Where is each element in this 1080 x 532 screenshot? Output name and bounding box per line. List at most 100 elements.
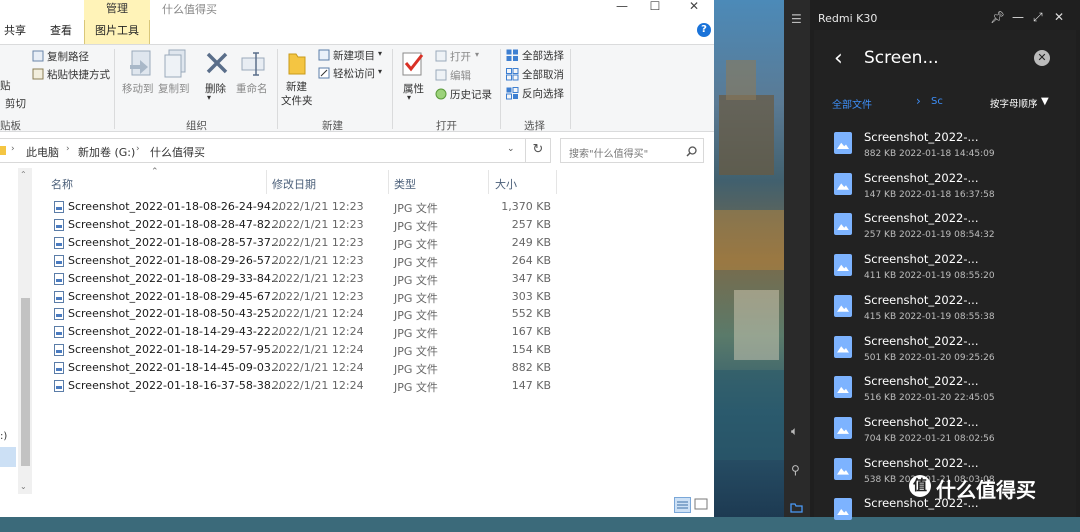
search-input[interactable]: 搜索"什么值得买" xyxy=(560,138,704,163)
manage-context-header: 管理 xyxy=(84,0,150,20)
phone-side-rail xyxy=(784,0,810,517)
paste-shortcut-button[interactable]: 粘贴快捷方式 xyxy=(47,67,110,82)
easy-access-dropdown-icon[interactable]: ▾ xyxy=(378,67,382,76)
column-header-date[interactable]: 修改日期 xyxy=(272,176,316,192)
scroll-down-icon[interactable]: ⌄ xyxy=(20,482,27,491)
open-button[interactable]: 打开 xyxy=(450,49,471,64)
file-row[interactable]: Screenshot_2022-01-18-16-37-58-38... 2022… xyxy=(52,377,562,395)
file-size: 552 KB xyxy=(511,307,551,321)
nav-scrollbar-thumb[interactable] xyxy=(21,298,30,466)
refresh-button[interactable]: ↻ xyxy=(525,138,551,163)
file-row[interactable]: Screenshot_2022-01-18-08-26-24-94... 2022… xyxy=(52,198,562,216)
phone-file-name: Screenshot_2022-... xyxy=(864,211,979,226)
column-divider[interactable] xyxy=(556,170,557,194)
file-row[interactable]: Screenshot_2022-01-18-08-29-33-84... 2022… xyxy=(52,270,562,288)
close-circle-icon[interactable]: ✕ xyxy=(1034,50,1050,66)
volume-icon[interactable]: 🔈︎ xyxy=(791,424,798,439)
minimize-button[interactable]: — xyxy=(605,0,639,14)
help-icon[interactable]: ? xyxy=(697,23,711,37)
file-row[interactable]: Screenshot_2022-01-18-14-29-57-95... 2022… xyxy=(52,341,562,359)
address-bar[interactable]: › 此电脑 › 新加卷 (G:) › 什么值得买 ⌄ xyxy=(0,138,551,163)
file-name: Screenshot_2022-01-18-16-37-58-38... xyxy=(68,379,282,392)
close-button[interactable]: ✕ xyxy=(677,0,711,14)
nav-selected-item[interactable] xyxy=(0,447,16,467)
jpg-file-icon xyxy=(54,236,64,249)
minimize-icon[interactable]: — xyxy=(1012,10,1024,24)
phone-file-meta: 704 KB 2022-01-21 08:02:56 xyxy=(864,433,995,444)
file-size: 1,370 KB xyxy=(501,200,551,213)
phone-file-meta: 411 KB 2022-01-19 08:55:20 xyxy=(864,271,995,282)
breadcrumb-all-files[interactable]: 全部文件 xyxy=(832,96,872,111)
breadcrumb-folder[interactable]: 什么值得买 xyxy=(150,144,205,160)
pin-icon[interactable]: 📌︎ xyxy=(990,10,1005,24)
column-divider[interactable] xyxy=(388,170,389,194)
new-item-dropdown-icon[interactable]: ▾ xyxy=(378,49,382,58)
sort-dropdown-arrow-icon[interactable]: ▼ xyxy=(1041,96,1049,107)
phone-file-meta: 501 KB 2022-01-20 09:25:26 xyxy=(864,352,995,363)
phone-file-item[interactable]: Screenshot_2022-... 257 KB 2022-01-19 08:… xyxy=(828,207,1078,247)
watermark-text: 什么值得买 xyxy=(936,478,1036,502)
column-divider[interactable] xyxy=(488,170,489,194)
tab-picture-tools[interactable]: 图片工具 xyxy=(84,20,150,44)
select-all-button[interactable]: 全部选择 xyxy=(522,48,564,63)
file-row[interactable]: Screenshot_2022-01-18-14-45-09-03... 2022… xyxy=(52,359,562,377)
easy-access-button[interactable]: 轻松访问 xyxy=(333,66,375,81)
phone-file-item[interactable]: Screenshot_2022-... 704 KB 2022-01-21 08:… xyxy=(828,411,1078,451)
nav-item-fragment[interactable]: :) xyxy=(0,431,7,442)
file-row[interactable]: Screenshot_2022-01-18-14-29-43-22... 2022… xyxy=(52,323,562,341)
file-type: JPG 文件 xyxy=(394,327,438,341)
large-icons-view-icon[interactable] xyxy=(694,497,708,511)
breadcrumb-this-pc[interactable]: 此电脑 xyxy=(26,144,59,160)
file-row[interactable]: Screenshot_2022-01-18-08-29-26-57... 2022… xyxy=(52,252,562,270)
column-header-size[interactable]: 大小 xyxy=(495,176,517,192)
copy-to-button[interactable]: 复制到 xyxy=(158,81,190,96)
phone-file-item[interactable]: Screenshot_2022-... 882 KB 2022-01-18 14:… xyxy=(828,126,1078,166)
file-row[interactable]: Screenshot_2022-01-18-08-28-57-37... 2022… xyxy=(52,234,562,252)
breadcrumb-drive[interactable]: 新加卷 (G:) xyxy=(78,144,135,160)
tab-share[interactable]: 共享 xyxy=(4,22,26,38)
file-row[interactable]: Screenshot_2022-01-18-08-28-47-82... 2022… xyxy=(52,216,562,234)
menu-icon[interactable]: ☰ xyxy=(791,12,802,26)
column-header-name[interactable]: 名称 xyxy=(51,176,73,192)
phone-file-item[interactable]: Screenshot_2022-... 411 KB 2022-01-19 08:… xyxy=(828,248,1078,288)
history-button[interactable]: 历史记录 xyxy=(450,87,492,102)
phone-file-item[interactable]: Screenshot_2022-... 501 KB 2022-01-20 09:… xyxy=(828,330,1078,370)
breadcrumb-current-folder[interactable]: Sc xyxy=(931,96,943,107)
cut-button[interactable]: 剪切 xyxy=(5,96,26,111)
column-header-type[interactable]: 类型 xyxy=(394,176,416,192)
select-none-button[interactable]: 全部取消 xyxy=(522,67,564,82)
sort-dropdown[interactable]: 按字母顺序 xyxy=(990,96,1038,110)
move-to-button[interactable]: 移动到 xyxy=(122,81,154,96)
column-divider[interactable] xyxy=(266,170,267,194)
file-row[interactable]: Screenshot_2022-01-18-08-29-45-67... 2022… xyxy=(52,288,562,306)
edit-button[interactable]: 编辑 xyxy=(450,68,471,83)
phone-file-item[interactable]: Screenshot_2022-... 516 KB 2022-01-20 22:… xyxy=(828,370,1078,410)
new-folder-button-line2[interactable]: 文件夹 xyxy=(281,93,313,108)
phone-file-item[interactable]: Screenshot_2022-... 415 KB 2022-01-19 08:… xyxy=(828,289,1078,329)
location-icon[interactable]: ⚲ xyxy=(791,463,800,477)
rename-button[interactable]: 重命名 xyxy=(236,81,268,96)
file-name: Screenshot_2022-01-18-14-29-57-95... xyxy=(68,343,282,357)
open-dropdown-icon[interactable]: ▾ xyxy=(475,50,479,59)
properties-dropdown-icon[interactable]: ▾ xyxy=(407,93,411,102)
file-row[interactable]: Screenshot_2022-01-18-08-50-43-25... 2022… xyxy=(52,305,562,323)
close-icon[interactable]: ✕ xyxy=(1054,10,1064,24)
details-view-icon[interactable] xyxy=(674,497,691,513)
new-item-button[interactable]: 新建项目 xyxy=(333,48,375,63)
new-folder-button-line1[interactable]: 新建 xyxy=(286,79,307,94)
tab-view[interactable]: 查看 xyxy=(50,22,72,38)
maximize-button[interactable]: ☐ xyxy=(638,0,672,14)
paste-button[interactable]: 贴 xyxy=(0,78,11,93)
scroll-up-icon[interactable]: ⌃ xyxy=(20,170,27,179)
invert-selection-button[interactable]: 反向选择 xyxy=(522,86,564,101)
phone-file-item[interactable]: Screenshot_2022-... 147 KB 2022-01-18 16:… xyxy=(828,167,1078,207)
delete-dropdown-icon[interactable]: ▾ xyxy=(207,93,211,102)
file-date: 2022/1/21 12:23 xyxy=(272,200,364,213)
address-history-dropdown-icon[interactable]: ⌄ xyxy=(507,144,515,154)
copy-path-button[interactable]: 复制路径 xyxy=(47,49,89,64)
fullscreen-icon[interactable]: ⤢ xyxy=(1033,10,1043,25)
back-arrow-icon[interactable]: ‹ xyxy=(834,46,843,71)
jpg-file-icon xyxy=(54,362,64,375)
folder-nav-icon[interactable] xyxy=(790,502,803,513)
image-file-icon xyxy=(834,376,852,399)
